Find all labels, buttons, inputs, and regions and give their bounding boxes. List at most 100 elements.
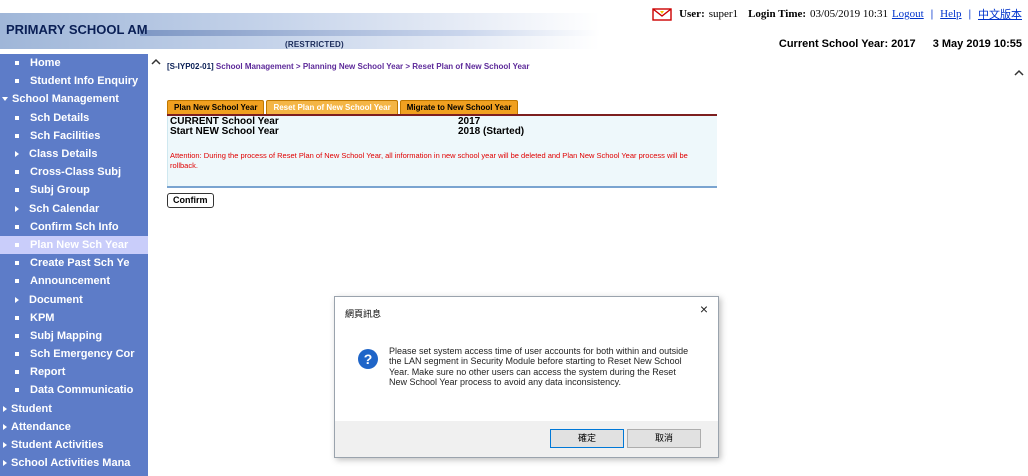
breadcrumb: [S-IYP02-01] School Management > Plannin… xyxy=(167,62,1007,71)
login-time: 03/05/2019 10:31 xyxy=(810,8,888,20)
bullet-icon xyxy=(15,261,19,266)
sidebar-item-student-info-enquiry[interactable]: Student Info Enquiry xyxy=(0,72,148,90)
sidebar-item-label: Plan New Sch Year xyxy=(30,238,129,251)
bullet-icon xyxy=(15,115,19,120)
dialog-footer: 確定 取消 xyxy=(335,421,718,457)
sidebar-item-cross-class-subj[interactable]: Cross-Class Subj xyxy=(0,163,148,181)
sidebar-item-label: Sch Details xyxy=(30,111,90,124)
tab-bar: Plan New School Year Reset Plan of New Sc… xyxy=(167,100,520,114)
sidebar-item-label: Create Past Sch Ye xyxy=(30,257,130,270)
sidebar-item-label: Subj Group xyxy=(30,184,90,197)
mail-icon[interactable] xyxy=(652,7,672,21)
attention-message: Attention: During the process of Reset P… xyxy=(170,151,688,170)
sidebar-item-student[interactable]: Student xyxy=(0,400,148,418)
sidebar-item-school-activities-mana[interactable]: School Activities Mana xyxy=(0,454,148,472)
expand-arrow-icon xyxy=(3,423,7,430)
sidebar-item-label: Sch Emergency Cor xyxy=(30,348,135,361)
sidebar-item-label: Sch Facilities xyxy=(30,129,101,142)
main-content: [S-IYP02-01] School Management > Plannin… xyxy=(167,62,1007,208)
user-label: User: xyxy=(679,8,705,20)
sidebar-item-data-communicatio[interactable]: Data Communicatio xyxy=(0,381,148,399)
sidebar-item-label: Report xyxy=(30,366,66,379)
sidebar-item-subj-group[interactable]: Subj Group xyxy=(0,181,148,199)
chinese-version-link[interactable]: 中文版本 xyxy=(978,6,1022,22)
help-link[interactable]: Help xyxy=(940,8,961,20)
bullet-icon xyxy=(15,333,19,338)
info-box-divider xyxy=(167,186,717,188)
school-name: PRIMARY SCHOOL AM xyxy=(6,22,148,37)
separator: | xyxy=(930,8,934,20)
sidebar-item-sch-emergency-cor[interactable]: Sch Emergency Cor xyxy=(0,345,148,363)
sidebar-item-sch-facilities[interactable]: Sch Facilities xyxy=(0,127,148,145)
breadcrumb-path: School Management > Planning New School … xyxy=(215,62,530,71)
ok-button[interactable]: 確定 xyxy=(550,429,624,448)
sidebar-item-school-management[interactable]: School Management xyxy=(0,90,148,108)
sidebar-item-label: School Management xyxy=(12,93,119,106)
bullet-icon xyxy=(15,315,19,320)
bullet-icon xyxy=(15,352,19,357)
user-name: super1 xyxy=(708,8,739,20)
bullet-icon xyxy=(15,388,19,393)
info-row-value: 2018 (Started) xyxy=(458,126,525,137)
sidebar-item-label: Subj Mapping xyxy=(30,329,103,342)
close-icon[interactable]: × xyxy=(700,302,708,316)
content-scroll-up-icon[interactable] xyxy=(1013,66,1025,78)
sidebar-item-sch-calendar[interactable]: Sch Calendar xyxy=(0,200,148,218)
separator: | xyxy=(968,8,971,20)
sidebar-item-kpm[interactable]: KPM xyxy=(0,309,148,327)
tab-migrate-to-new-school-year[interactable]: Migrate to New School Year xyxy=(399,100,519,114)
current-year-label: Current School Year: 2017 xyxy=(778,38,916,50)
sidebar-item-student-activities[interactable]: Student Activities xyxy=(0,436,148,454)
logout-link[interactable]: Logout xyxy=(892,8,924,20)
info-row-new-year: Start NEW School Year 2018 (Started) xyxy=(168,127,717,137)
sidebar-item-label: Document xyxy=(29,293,83,306)
sidebar-item-report[interactable]: Report xyxy=(0,363,148,381)
sidebar-item-label: Sch Calendar xyxy=(29,202,100,215)
info-row-label: Start NEW School Year xyxy=(170,126,279,137)
sidebar-item-label: Cross-Class Subj xyxy=(30,166,122,179)
sidebar-item-label: School Activities Mana xyxy=(11,457,131,470)
bullet-icon xyxy=(15,61,19,66)
bullet-icon xyxy=(15,224,19,229)
bullet-icon xyxy=(15,242,19,247)
sidebar-item-subj-mapping[interactable]: Subj Mapping xyxy=(0,327,148,345)
sidebar-item-document[interactable]: Document xyxy=(0,290,148,308)
confirm-button[interactable]: Confirm xyxy=(167,193,214,208)
sidebar-item-attendance[interactable]: Attendance xyxy=(0,418,148,436)
dialog-message: Please set system access time of user ac… xyxy=(389,346,689,387)
expand-arrow-icon xyxy=(15,151,19,158)
page-header: PRIMARY SCHOOL AM (RESTRICTED) User: sup… xyxy=(0,0,1028,52)
cancel-button[interactable]: 取消 xyxy=(627,429,701,448)
sidebar-scroll-up-icon[interactable] xyxy=(148,54,164,68)
webpage-message-dialog: 網頁訊息 × ? Please set system access time o… xyxy=(334,296,719,458)
sidebar-item-label: Attendance xyxy=(11,420,71,433)
restricted-label: (RESTRICTED) xyxy=(285,40,344,49)
header-banner-strip xyxy=(140,30,600,36)
bullet-icon xyxy=(15,133,19,138)
expand-arrow-icon xyxy=(3,442,7,449)
bullet-icon xyxy=(15,188,19,193)
bullet-icon xyxy=(15,279,19,284)
sidebar-item-home[interactable]: Home xyxy=(0,54,148,72)
sidebar-item-label: Home xyxy=(30,57,61,70)
expand-arrow-icon xyxy=(15,296,19,303)
sidebar-item-label: Student xyxy=(11,402,52,415)
user-bar: User: super1 Login Time: 03/05/2019 10:3… xyxy=(652,6,1022,22)
sidebar-item-create-past-sch-ye[interactable]: Create Past Sch Ye xyxy=(0,254,148,272)
sidebar-item-class-details[interactable]: Class Details xyxy=(0,145,148,163)
sidebar-item-sch-details[interactable]: Sch Details xyxy=(0,109,148,127)
sidebar-item-announcement[interactable]: Announcement xyxy=(0,272,148,290)
dialog-title: 網頁訊息 xyxy=(345,309,382,319)
expand-arrow-icon xyxy=(15,205,19,212)
sidebar-item-label: Class Details xyxy=(29,148,98,161)
sidebar-item-confirm-sch-info[interactable]: Confirm Sch Info xyxy=(0,218,148,236)
sidebar-item-plan-new-sch-year[interactable]: Plan New Sch Year xyxy=(0,235,148,255)
tab-reset-plan-of-new-school-year[interactable]: Reset Plan of New School Year xyxy=(266,100,398,114)
sidebar-item-label: Student Info Enquiry xyxy=(30,75,139,88)
bullet-icon xyxy=(15,79,19,84)
tab-plan-new-school-year[interactable]: Plan New School Year xyxy=(167,100,265,114)
page-code: [S-IYP02-01] xyxy=(167,62,214,71)
collapse-arrow-icon xyxy=(2,97,8,102)
school-year-info: CURRENT School Year 2017 Start NEW Schoo… xyxy=(167,116,717,186)
sidebar-item-label: Announcement xyxy=(30,275,111,288)
